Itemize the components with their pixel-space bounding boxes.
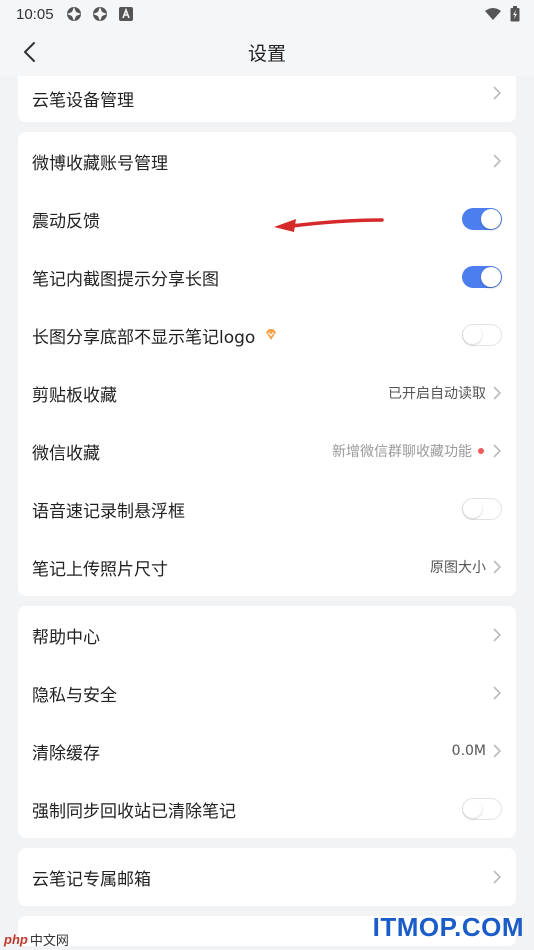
row-value: 0.0M bbox=[451, 743, 486, 759]
row-label: 隐私与安全 bbox=[32, 685, 117, 706]
annotation-arrow-icon bbox=[274, 218, 384, 232]
row-label: 微博收藏账号管理 bbox=[32, 153, 168, 174]
force-sync-toggle[interactable] bbox=[462, 798, 502, 820]
row-label: 长图分享底部不显示笔记logo bbox=[32, 327, 256, 348]
row-label: 语音速记录制悬浮框 bbox=[32, 501, 185, 522]
row-label: 云笔记专属邮箱 bbox=[32, 869, 151, 890]
row-value: 原图大小 bbox=[430, 560, 486, 576]
vip-diamond-icon bbox=[266, 329, 277, 340]
row-label: 强制同步回收站已清除笔记 bbox=[32, 801, 236, 822]
settings-row-voice-float: 语音速记录制悬浮框 bbox=[18, 480, 516, 538]
chevron-right-icon bbox=[493, 154, 502, 168]
chevron-right-icon bbox=[493, 386, 502, 400]
settings-row-clipboard[interactable]: 剪贴板收藏 已开启自动读取 bbox=[18, 364, 516, 422]
chevron-left-icon[interactable] bbox=[18, 40, 42, 64]
app-notification-icon bbox=[66, 7, 81, 21]
watermark-right: ITMOP.COM bbox=[372, 912, 524, 942]
chevron-right-icon bbox=[493, 870, 502, 884]
status-bar: 10:05 bbox=[0, 0, 534, 28]
row-label: 帮助中心 bbox=[32, 627, 100, 648]
settings-section: 云笔设备管理 bbox=[18, 76, 516, 122]
row-label: 清除缓存 bbox=[32, 743, 100, 764]
settings-row-wechat-collection[interactable]: 微信收藏 新增微信群聊收藏功能 bbox=[18, 422, 516, 480]
watermark-left-logo: php bbox=[4, 932, 28, 947]
settings-row-help-center[interactable]: 帮助中心 bbox=[18, 606, 516, 664]
row-label: 震动反馈 bbox=[32, 211, 100, 232]
settings-row-hide-logo: 长图分享底部不显示笔记logo bbox=[18, 306, 516, 364]
toggle-knob bbox=[481, 267, 501, 287]
status-right bbox=[484, 6, 520, 22]
settings-section: 云笔记专属邮箱 bbox=[18, 848, 516, 906]
settings-row-clear-cache[interactable]: 清除缓存 0.0M bbox=[18, 722, 516, 780]
toggle-knob bbox=[463, 499, 482, 518]
row-label: 笔记上传照片尺寸 bbox=[32, 559, 168, 580]
settings-row-weibo-accounts[interactable]: 微博收藏账号管理 bbox=[18, 132, 516, 190]
row-label: 微信收藏 bbox=[32, 443, 100, 464]
settings-row-screenshot-share: 笔记内截图提示分享长图 bbox=[18, 248, 516, 306]
wifi-icon bbox=[485, 8, 501, 20]
status-time: 10:05 bbox=[16, 5, 54, 23]
settings-row-privacy[interactable]: 隐私与安全 bbox=[18, 664, 516, 722]
battery-icon bbox=[510, 6, 520, 22]
chevron-right-icon bbox=[493, 560, 502, 574]
page-title: 设置 bbox=[247, 42, 286, 65]
settings-row-cloud-email[interactable]: 云笔记专属邮箱 bbox=[18, 848, 516, 906]
row-label: 云笔设备管理 bbox=[32, 91, 134, 111]
watermark-left: php 中文网 bbox=[4, 930, 69, 949]
settings-row-cloud-pen-devices[interactable]: 云笔设备管理 bbox=[18, 76, 516, 122]
toggle-knob bbox=[463, 325, 482, 344]
settings-row-photo-size[interactable]: 笔记上传照片尺寸 原图大小 bbox=[18, 538, 516, 596]
chevron-right-icon bbox=[493, 444, 502, 458]
row-value: 已开启自动读取 bbox=[388, 386, 486, 402]
voice-float-toggle[interactable] bbox=[462, 498, 502, 520]
settings-row-force-sync-trash: 强制同步回收站已清除笔记 bbox=[18, 780, 516, 838]
screenshot-share-toggle[interactable] bbox=[462, 266, 502, 288]
settings-row-vibration-feedback: 震动反馈 bbox=[18, 190, 516, 248]
settings-section: 帮助中心 隐私与安全 清除缓存 0.0M 强制同步回收站已清除笔记 bbox=[18, 606, 516, 838]
text-a-icon bbox=[118, 7, 133, 21]
chevron-right-icon bbox=[493, 86, 502, 100]
app-notification-icon bbox=[92, 7, 107, 21]
row-label: 笔记内截图提示分享长图 bbox=[32, 269, 219, 290]
vibration-toggle[interactable] bbox=[462, 208, 502, 230]
title-bar: 设置 bbox=[0, 28, 534, 76]
row-label: 剪贴板收藏 bbox=[32, 385, 117, 406]
toggle-knob bbox=[463, 799, 482, 818]
chevron-right-icon bbox=[493, 628, 502, 642]
chevron-right-icon bbox=[493, 744, 502, 758]
new-badge-dot bbox=[478, 448, 484, 454]
row-value: 新增微信群聊收藏功能 bbox=[332, 444, 472, 460]
settings-section: 微博收藏账号管理 震动反馈 笔记内截图提示分享长图 长图分享底部不显示笔记log… bbox=[18, 132, 516, 596]
chevron-right-icon bbox=[493, 686, 502, 700]
toggle-knob bbox=[481, 209, 501, 229]
watermark-left-text: 中文网 bbox=[29, 933, 69, 948]
hide-logo-toggle[interactable] bbox=[462, 324, 502, 346]
